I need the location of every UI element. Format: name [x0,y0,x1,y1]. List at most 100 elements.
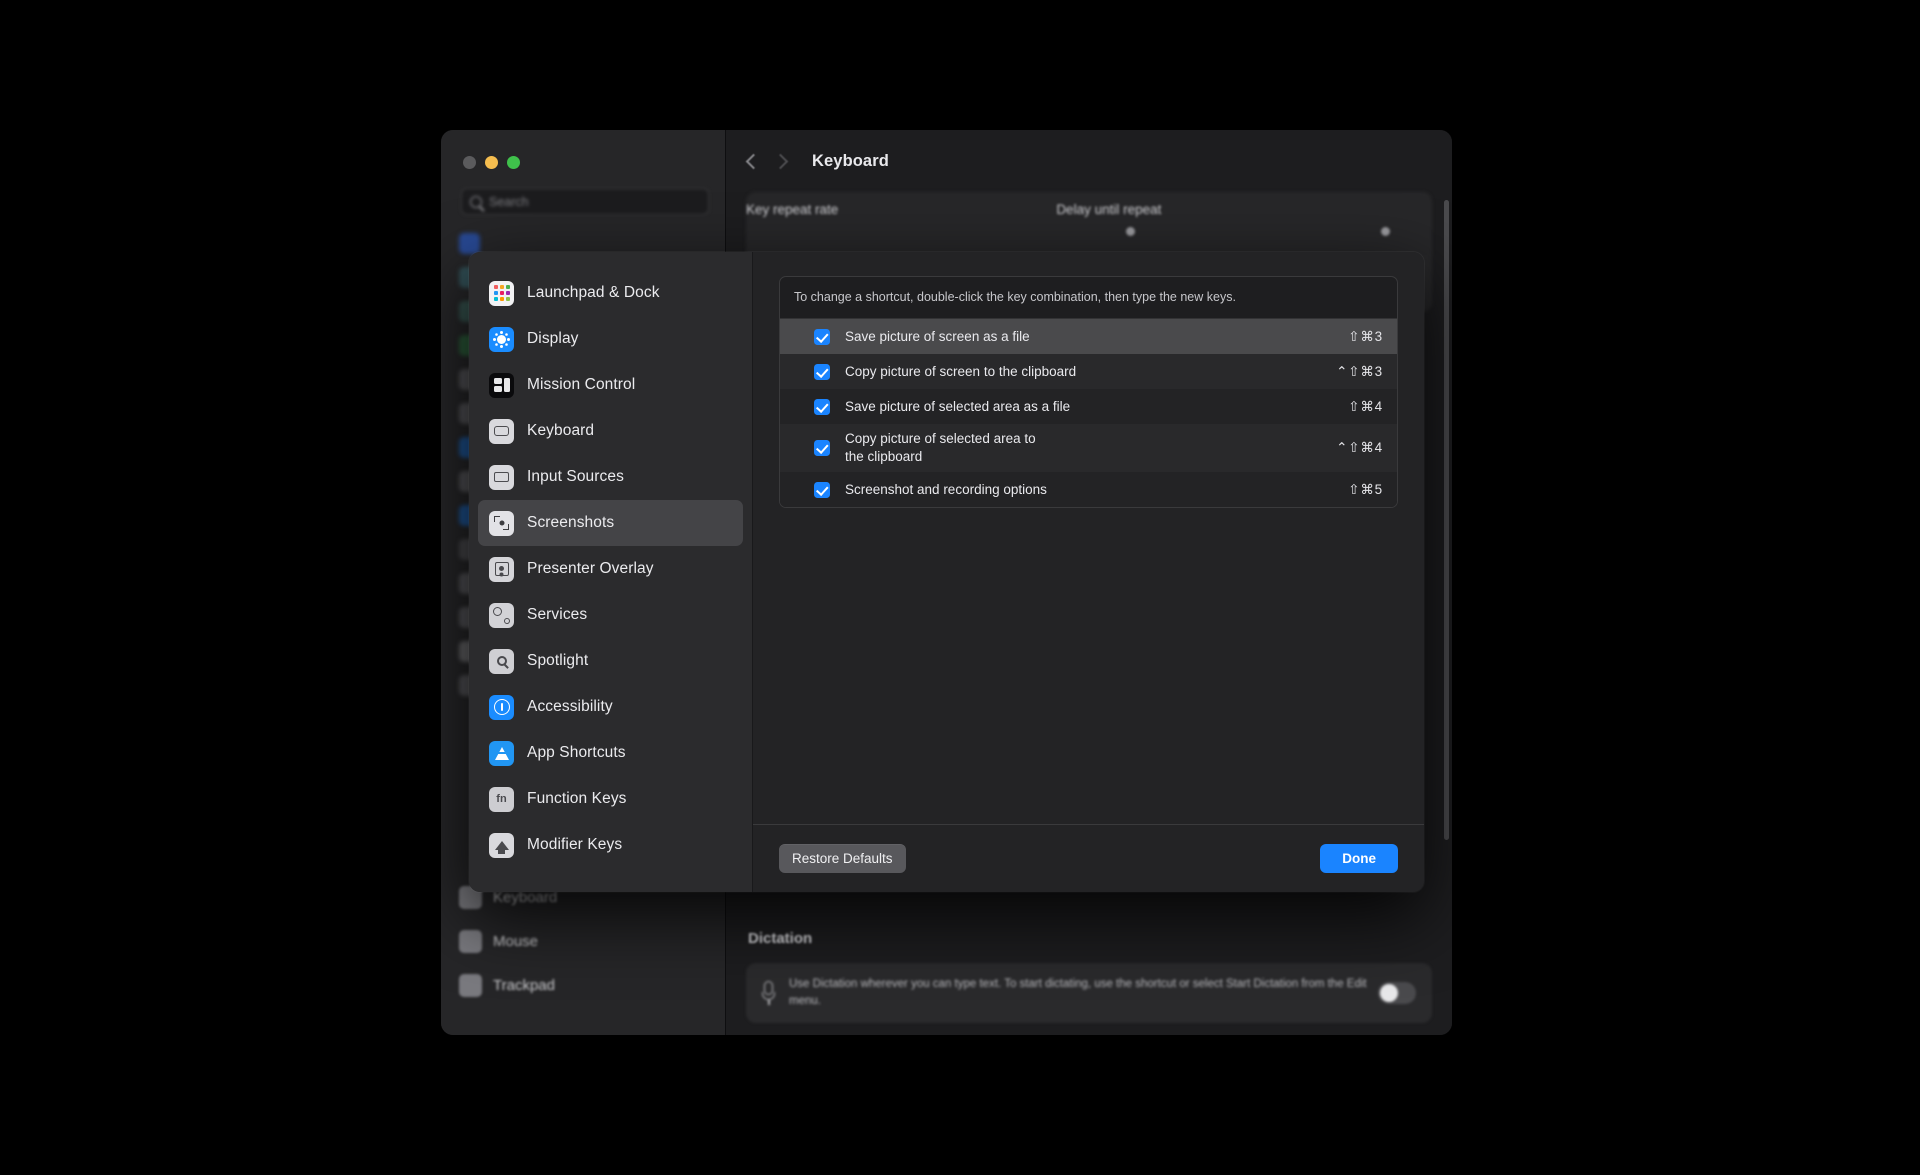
microphone-icon [762,981,775,1005]
category-label: Modifier Keys [527,836,623,853]
settings-item-icon [459,232,480,254]
shortcut-keys[interactable]: ⇧⌘5 [1336,482,1383,498]
category-label: Mission Control [527,376,636,393]
shortcut-category-accessibility[interactable]: Accessibility [478,684,743,730]
shortcut-category-input-sources[interactable]: Input Sources [478,454,743,500]
category-label: Services [527,606,588,623]
content-scrollbar[interactable] [1444,200,1449,840]
shortcut-detail-pane: To change a shortcut, double-click the k… [753,252,1424,892]
shortcut-category-keyboard[interactable]: Keyboard [478,408,743,454]
shortcut-hint: To change a shortcut, double-click the k… [780,277,1397,320]
category-label: Launchpad & Dock [527,284,660,301]
shortcut-category-modifier-keys[interactable]: Modifier Keys [478,822,743,868]
done-button[interactable]: Done [1320,844,1398,873]
close-button[interactable] [463,156,476,169]
key-repeat-labels: Key repeat rate Delay until repeat [746,202,1432,217]
category-label: Display [527,330,579,347]
shortcut-label: Copy picture of selected area to the cli… [845,430,1036,465]
delay-repeat-slider-thumb[interactable] [1381,227,1390,236]
content-titlebar: Keyboard [726,130,1452,192]
window-controls[interactable] [463,156,520,169]
keyboard-shortcuts-sheet: Launchpad & Dock Display Mission Control Ke… [469,252,1424,892]
display-icon [489,326,514,352]
category-label: Input Sources [527,468,624,485]
accessibility-icon [489,694,514,720]
minimize-button[interactable] [485,156,498,169]
modifier-keys-icon [489,832,514,858]
shortcut-row[interactable]: Copy picture of screen to the clipboard ⌃… [780,354,1397,390]
shortcut-keys[interactable]: ⌃⇧⌘4 [1324,440,1383,456]
shortcut-keys[interactable]: ⌃⇧⌘3 [1324,364,1383,380]
dictation-heading: Dictation [748,930,813,947]
search-icon [470,195,482,208]
search-placeholder: Search [489,194,529,209]
shortcut-category-presenter-overlay[interactable]: Presenter Overlay [478,546,743,592]
services-icon [489,602,514,628]
category-label: Keyboard [527,422,595,439]
shortcut-category-screenshots[interactable]: Screenshots [478,500,743,546]
keyboard-icon [489,418,514,444]
app-shortcuts-icon [489,740,514,766]
shortcut-checkbox[interactable] [814,398,830,415]
dictation-toggle[interactable] [1378,982,1416,1004]
restore-defaults-button[interactable]: Restore Defaults [779,844,906,873]
key-repeat-slider-thumb[interactable] [1126,227,1135,236]
dictation-card: Use Dictation wherever you can type text… [746,963,1432,1023]
category-label: Screenshots [527,514,615,531]
spotlight-icon [489,648,514,674]
search-input[interactable]: Search [461,188,709,215]
settings-sidebar-item-mouse[interactable]: Mouse [449,919,719,963]
settings-sidebar-item-trackpad[interactable]: Trackpad [449,963,719,1007]
category-label: Function Keys [527,790,627,807]
category-label: Spotlight [527,652,589,669]
zoom-button[interactable] [507,156,520,169]
back-icon[interactable] [745,153,762,169]
shortcut-category-mission-control[interactable]: Mission Control [478,362,743,408]
shortcut-category-launchpad-dock[interactable]: Launchpad & Dock [478,270,743,316]
delay-until-repeat-label: Delay until repeat [1056,202,1162,217]
screenshots-icon [489,510,514,536]
shortcut-checkbox[interactable] [814,481,830,498]
shortcut-label: Save picture of screen as a file [845,328,1030,344]
shortcut-row[interactable]: Save picture of selected area as a file ⇧… [780,389,1397,425]
shortcut-row[interactable]: Save picture of screen as a file ⇧⌘3 [780,319,1397,355]
shortcut-category-list[interactable]: Launchpad & Dock Display Mission Control Ke… [469,252,753,892]
category-label: Accessibility [527,698,613,715]
launchpad-dock-icon [489,280,514,306]
shortcut-rows[interactable]: Save picture of screen as a file ⇧⌘3 Copy … [780,319,1397,508]
trackpad-icon [459,973,482,997]
mouse-icon [459,929,482,953]
category-label: App Shortcuts [527,744,626,761]
shortcut-category-spotlight[interactable]: Spotlight [478,638,743,684]
input-sources-icon [489,464,514,490]
shortcut-label: Copy picture of screen to the clipboard [845,363,1077,379]
shortcut-row[interactable]: Copy picture of selected area to the cli… [780,424,1397,473]
shortcuts-card: To change a shortcut, double-click the k… [779,276,1398,509]
shortcut-category-app-shortcuts[interactable]: App Shortcuts [478,730,743,776]
sheet-footer: Restore Defaults Done [753,824,1424,892]
navigation-arrows[interactable] [745,153,789,169]
key-repeat-rate-label: Key repeat rate [746,202,839,217]
shortcut-checkbox[interactable] [814,363,830,380]
shortcut-category-display[interactable]: Display [478,316,743,362]
screen: Search Keyboard Mouse Trackpad Keyboard Ke… [0,0,1920,1175]
settings-sidebar-visible-list[interactable]: Keyboard Mouse Trackpad [449,875,719,1007]
settings-item-label: Trackpad [493,976,555,994]
presenter-overlay-icon [489,556,514,582]
function-keys-icon: fn [489,786,514,812]
shortcut-keys[interactable]: ⇧⌘4 [1336,399,1383,415]
shortcut-label: Save picture of selected area as a file [845,398,1071,414]
shortcut-checkbox[interactable] [814,440,830,457]
shortcut-checkbox[interactable] [814,328,830,345]
forward-icon[interactable] [772,153,789,169]
page-title: Keyboard [812,151,889,170]
dictation-description: Use Dictation wherever you can type text… [789,977,1367,1007]
shortcut-category-services[interactable]: Services [478,592,743,638]
category-label: Presenter Overlay [527,560,654,577]
shortcut-keys[interactable]: ⇧⌘3 [1336,329,1383,345]
shortcut-row[interactable]: Screenshot and recording options ⇧⌘5 [780,472,1397,508]
shortcut-category-function-keys[interactable]: fn Function Keys [478,776,743,822]
settings-item-label: Mouse [493,932,539,950]
shortcut-label: Screenshot and recording options [845,481,1047,497]
mission-control-icon [489,372,514,398]
